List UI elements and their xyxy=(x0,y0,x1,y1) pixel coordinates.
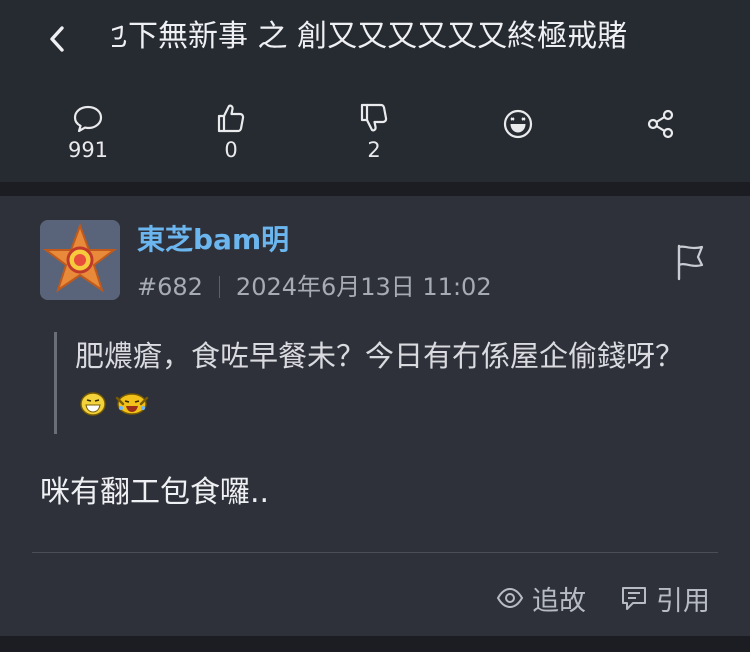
post-card: 東芝bam明 #682 2024年6月13日 11:02 肥燶瘡，食咗早餐未？今日… xyxy=(0,196,750,636)
follow-button[interactable]: 追故 xyxy=(496,580,586,617)
username[interactable]: 東芝bam明 xyxy=(137,222,289,258)
starfish-avatar-image xyxy=(40,220,120,300)
quote-label: 引用 xyxy=(656,585,710,617)
quote-button[interactable]: 引用 xyxy=(620,580,710,617)
grin-emoji-icon xyxy=(79,382,107,416)
comment-icon xyxy=(73,105,103,133)
dislike-count: 2 xyxy=(367,138,381,162)
back-button[interactable] xyxy=(40,20,74,58)
post-date: 2024年6月13日 11:02 xyxy=(235,273,492,301)
thread-header: 乜下無新事 之 創又又又又又又終極戒賭 991 0 2 xyxy=(0,0,750,182)
laughing-emoji-icon xyxy=(111,382,153,415)
quote-reply-icon xyxy=(622,587,646,610)
quote-text: 肥燶瘡，食咗早餐未？今日有冇係屋企偷錢呀？ xyxy=(75,339,685,373)
section-divider xyxy=(0,182,750,196)
thread-title-container: 乜下無新事 之 創又又又又又又終極戒賭 xyxy=(112,14,712,62)
share-icon xyxy=(647,109,674,139)
avatar[interactable] xyxy=(40,220,120,300)
laugh-emoji-icon xyxy=(503,109,533,139)
post-body: 咪有翻工包食囉.. xyxy=(40,475,270,510)
comment-count-button[interactable]: 991 xyxy=(43,100,133,170)
share-button[interactable] xyxy=(616,100,706,170)
chevron-left-icon xyxy=(50,26,64,52)
meta-separator xyxy=(218,276,220,298)
thumbs-up-icon xyxy=(217,104,245,133)
thread-stats-bar: 991 0 2 xyxy=(0,100,750,170)
floor-number: #682 xyxy=(137,273,203,301)
like-count: 0 xyxy=(224,138,238,162)
reaction-button[interactable] xyxy=(473,100,563,170)
quoted-post: 肥燶瘡，食咗早餐未？今日有冇係屋企偷錢呀？ xyxy=(54,332,714,434)
thumbs-down-icon xyxy=(360,103,388,132)
footer-divider xyxy=(32,552,718,553)
follow-label: 追故 xyxy=(532,585,586,617)
flag-icon xyxy=(677,244,704,281)
post-meta: #682 2024年6月13日 11:02 xyxy=(137,271,492,303)
thread-title: 乜下無新事 之 創又又又又又又終極戒賭 xyxy=(112,19,628,54)
report-button[interactable] xyxy=(672,242,712,282)
eye-icon xyxy=(496,587,524,609)
dislike-button[interactable]: 2 xyxy=(329,100,419,170)
bottom-divider xyxy=(0,636,750,652)
like-button[interactable]: 0 xyxy=(186,100,276,170)
comment-count: 991 xyxy=(67,138,109,162)
